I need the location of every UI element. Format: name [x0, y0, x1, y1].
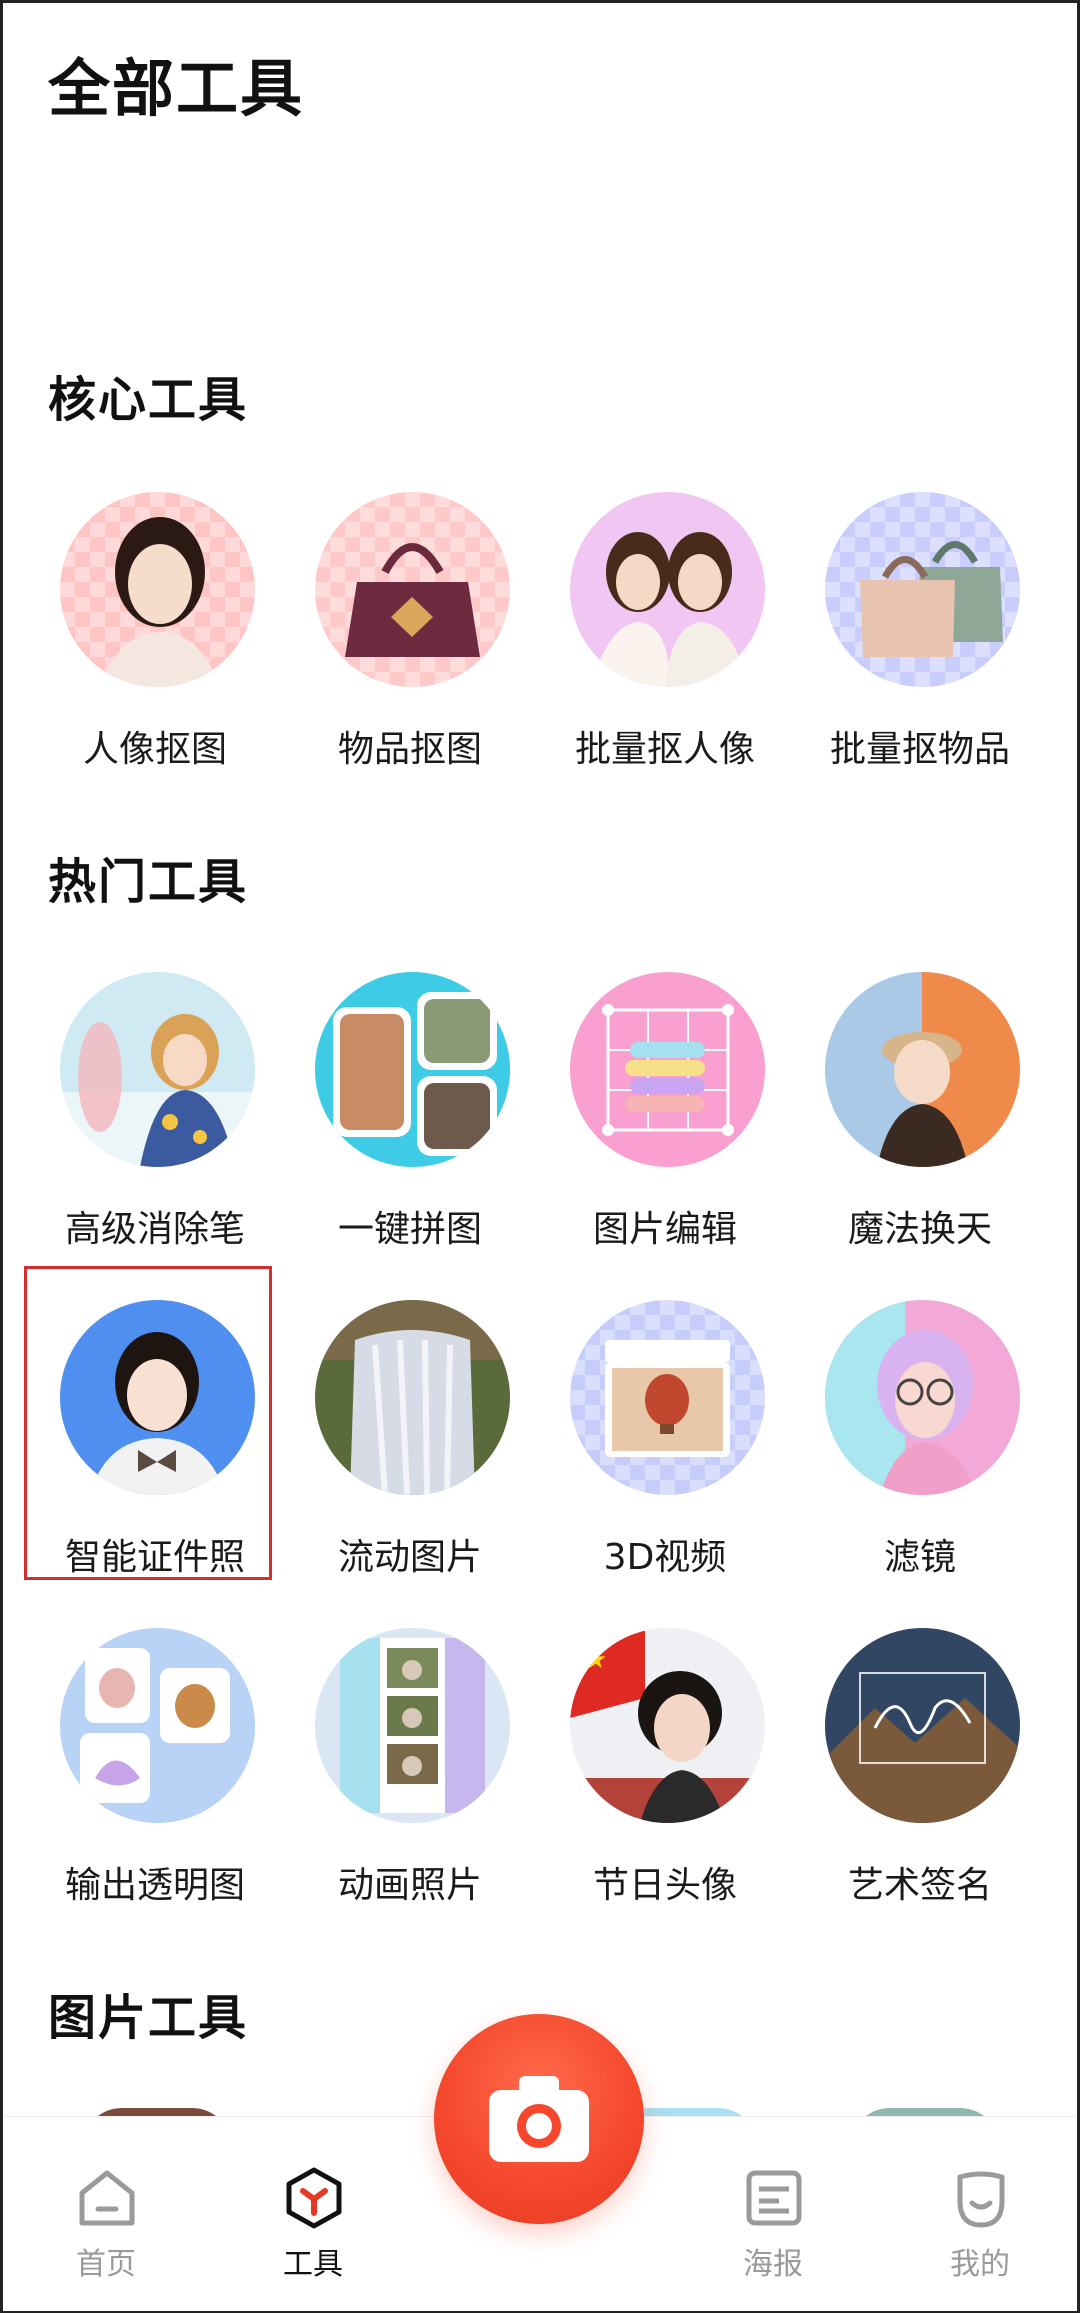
tool-filter[interactable]: 滤镜 — [805, 1300, 1035, 1600]
tool-label: 批量抠人像 — [574, 729, 755, 770]
tool-sky-replace[interactable]: 魔法换天 — [805, 972, 1035, 1272]
tool-label: 流动图片 — [337, 1537, 482, 1578]
tab-label: 海报 — [743, 2247, 803, 2282]
section-title-hot: 热门工具 — [48, 854, 249, 910]
animated-photo-icon — [315, 1628, 510, 1823]
tool-label: 滤镜 — [883, 1537, 956, 1578]
tool-label: 动画照片 — [337, 1865, 482, 1906]
profile-icon — [950, 2167, 1012, 2229]
core-tools-grid: 人像抠图 物品抠图 批量抠人像 批量抠物品 — [0, 492, 1080, 792]
tool-label: 图片编辑 — [592, 1209, 737, 1250]
tool-transparent-output[interactable]: 输出透明图 — [40, 1628, 270, 1928]
tool-object-cutout[interactable]: 物品抠图 — [295, 492, 525, 792]
tab-poster[interactable]: 海报 — [703, 2117, 843, 2311]
flowing-image-icon — [315, 1300, 510, 1495]
portrait-cutout-icon — [60, 492, 255, 687]
tool-animated-photo[interactable]: 动画照片 — [295, 1628, 525, 1928]
tool-label: 批量抠物品 — [829, 729, 1010, 770]
hot-tools-row-1: 高级消除笔 一键拼图 图片编辑 魔法换天 — [0, 972, 1080, 1272]
tool-3d-video[interactable]: 3D视频 — [550, 1300, 780, 1600]
tools-icon — [283, 2167, 345, 2229]
selected-tool-highlight — [24, 1266, 272, 1580]
tool-label: 高级消除笔 — [64, 1209, 245, 1250]
section-title-image: 图片工具 — [48, 1990, 249, 2046]
camera-icon — [489, 2076, 589, 2162]
poster-icon — [743, 2167, 805, 2229]
tool-label: 人像抠图 — [82, 729, 227, 770]
tool-label: 艺术签名 — [847, 1865, 992, 1906]
tab-tools[interactable]: 工具 — [243, 2117, 383, 2311]
section-title-core: 核心工具 — [48, 372, 249, 428]
tool-batch-object-cutout[interactable]: 批量抠物品 — [805, 492, 1035, 792]
batch-object-cutout-icon — [825, 492, 1020, 687]
tool-label: 魔法换天 — [847, 1209, 992, 1250]
tool-festival-avatar[interactable]: ★ 节日头像 — [550, 1628, 780, 1928]
collage-icon — [315, 972, 510, 1167]
eraser-pen-icon — [60, 972, 255, 1167]
svg-text:★: ★ — [584, 1645, 607, 1675]
page-title: 全部工具 — [48, 52, 305, 125]
3d-video-icon — [570, 1300, 765, 1495]
tool-image-edit[interactable]: 图片编辑 — [550, 972, 780, 1272]
sky-replace-icon — [825, 972, 1020, 1167]
tab-label: 我的 — [950, 2247, 1010, 2282]
camera-button[interactable] — [434, 2014, 644, 2224]
tool-label: 物品抠图 — [337, 729, 482, 770]
home-icon — [76, 2167, 138, 2229]
tool-label: 一键拼图 — [337, 1209, 482, 1250]
batch-portrait-cutout-icon — [570, 492, 765, 687]
hot-tools-row-3: 输出透明图 动画照片 ★ 节日头像 艺术签名 — [0, 1628, 1080, 1928]
transparent-output-icon — [60, 1628, 255, 1823]
tool-flowing-image[interactable]: 流动图片 — [295, 1300, 525, 1600]
object-cutout-icon — [315, 492, 510, 687]
tab-label: 首页 — [76, 2247, 136, 2282]
tool-art-signature[interactable]: 艺术签名 — [805, 1628, 1035, 1928]
tab-home[interactable]: 首页 — [36, 2117, 176, 2311]
festival-avatar-icon: ★ — [570, 1628, 765, 1823]
filter-icon — [825, 1300, 1020, 1495]
tool-portrait-cutout[interactable]: 人像抠图 — [40, 492, 270, 792]
art-signature-icon — [825, 1628, 1020, 1823]
tab-profile[interactable]: 我的 — [910, 2117, 1050, 2311]
tool-eraser-pen[interactable]: 高级消除笔 — [40, 972, 270, 1272]
tool-collage[interactable]: 一键拼图 — [295, 972, 525, 1272]
tab-label: 工具 — [283, 2247, 343, 2282]
image-edit-icon — [570, 972, 765, 1167]
tool-batch-portrait-cutout[interactable]: 批量抠人像 — [550, 492, 780, 792]
tool-label: 3D视频 — [603, 1537, 727, 1578]
tool-label: 输出透明图 — [64, 1865, 245, 1906]
tool-label: 节日头像 — [592, 1865, 737, 1906]
